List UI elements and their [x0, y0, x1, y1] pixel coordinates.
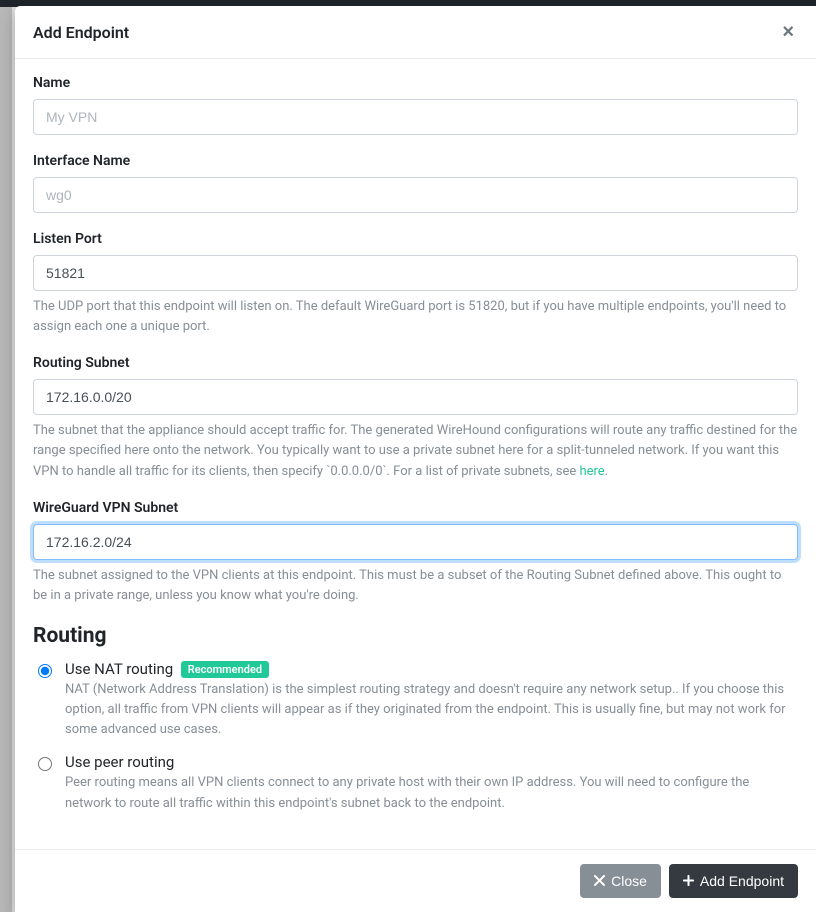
add-endpoint-button[interactable]: Add Endpoint [669, 864, 798, 898]
modal-footer: Close Add Endpoint [15, 849, 816, 912]
close-icon [594, 873, 605, 889]
field-vpn-subnet: WireGuard VPN Subnet The subnet assigned… [33, 500, 798, 606]
routing-option-nat: Use NAT routing Recommended NAT (Network… [33, 660, 798, 750]
private-subnets-link[interactable]: here [579, 464, 604, 479]
recommended-badge: Recommended [181, 661, 269, 678]
plus-icon [683, 873, 694, 889]
add-endpoint-button-label: Add Endpoint [700, 873, 784, 889]
field-listen-port: Listen Port The UDP port that this endpo… [33, 231, 798, 337]
routing-subnet-help-pre: The subnet that the appliance should acc… [33, 423, 797, 478]
routing-heading: Routing [33, 624, 798, 648]
vpn-subnet-input[interactable] [33, 524, 798, 560]
name-input[interactable] [33, 99, 798, 135]
field-routing-subnet: Routing Subnet The subnet that the appli… [33, 355, 798, 481]
routing-subnet-help: The subnet that the appliance should acc… [33, 421, 798, 481]
vpn-subnet-label: WireGuard VPN Subnet [33, 500, 798, 516]
routing-subnet-label: Routing Subnet [33, 355, 798, 371]
routing-nat-label: Use NAT routing [65, 660, 173, 678]
modal-title: Add Endpoint [33, 23, 129, 42]
listen-port-help: The UDP port that this endpoint will lis… [33, 297, 798, 337]
interface-name-label: Interface Name [33, 153, 798, 169]
vpn-subnet-help: The subnet assigned to the VPN clients a… [33, 566, 798, 606]
field-name: Name [33, 75, 798, 135]
close-button-label: Close [611, 873, 647, 889]
interface-name-input[interactable] [33, 177, 798, 213]
routing-subnet-help-post: . [605, 464, 608, 479]
close-icon[interactable]: × [778, 22, 798, 42]
routing-nat-radio[interactable] [38, 664, 52, 678]
listen-port-label: Listen Port [33, 231, 798, 247]
app-sidebar-sliver [0, 7, 12, 912]
modal-body: Name Interface Name Listen Port The UDP … [15, 59, 816, 849]
name-label: Name [33, 75, 798, 91]
listen-port-input[interactable] [33, 255, 798, 291]
routing-nat-help: NAT (Network Address Translation) is the… [65, 680, 798, 740]
modal-header: Add Endpoint × [15, 6, 816, 59]
routing-peer-help: Peer routing means all VPN clients conne… [65, 773, 798, 813]
routing-option-peer: Use peer routing Peer routing means all … [33, 753, 798, 823]
routing-subnet-input[interactable] [33, 379, 798, 415]
field-interface-name: Interface Name [33, 153, 798, 213]
add-endpoint-modal: Add Endpoint × Name Interface Name Liste… [15, 6, 816, 912]
close-button[interactable]: Close [580, 864, 661, 898]
routing-peer-label: Use peer routing [65, 753, 174, 771]
routing-peer-radio[interactable] [38, 757, 52, 771]
